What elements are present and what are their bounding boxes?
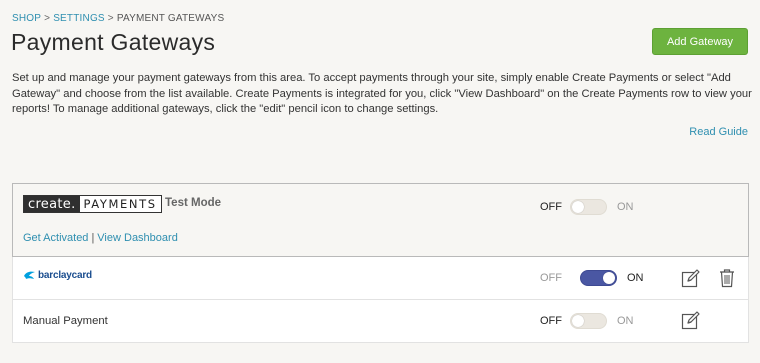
view-dashboard-link[interactable]: View Dashboard	[97, 232, 178, 244]
breadcrumb-shop-link[interactable]: SHOP	[12, 13, 41, 24]
barclaycard-logo-text: barclaycard	[38, 270, 92, 281]
breadcrumb-settings-link[interactable]: SETTINGS	[53, 13, 105, 24]
page-description: Set up and manage your payment gateways …	[12, 72, 752, 115]
get-activated-link[interactable]: Get Activated	[23, 232, 88, 244]
toggle-off-label: OFF	[540, 315, 562, 327]
toggle-off-label: OFF	[540, 201, 562, 213]
breadcrumb: SHOP > SETTINGS > PAYMENT GATEWAYS	[12, 13, 224, 24]
toggle-on-label: ON	[617, 201, 634, 213]
manual-payment-toggle-group: OFF ON	[540, 313, 634, 329]
barclaycard-toggle[interactable]	[580, 270, 617, 286]
toggle-knob	[603, 272, 615, 284]
manual-payment-label: Manual Payment	[23, 315, 108, 327]
gateway-row-barclaycard: barclaycard OFF ON	[12, 257, 749, 300]
create-payments-logo-right: PAYMENTS	[79, 196, 161, 212]
manual-payment-edit-button[interactable]	[680, 309, 702, 331]
create-payments-toggle-group: OFF ON	[540, 199, 634, 215]
toggle-on-label: ON	[627, 272, 644, 284]
pencil-edit-icon	[681, 269, 700, 288]
read-guide-link[interactable]: Read Guide	[689, 126, 748, 138]
gateway-row-create-payments: create. PAYMENTS Test Mode OFF ON Get Ac…	[12, 183, 749, 257]
barclaycard-delete-button[interactable]	[716, 267, 738, 289]
create-payments-links: Get Activated | View Dashboard	[23, 232, 178, 244]
barclaycard-eagle-icon	[24, 271, 35, 279]
create-payments-logo-left: create.	[24, 196, 80, 212]
add-gateway-button[interactable]: Add Gateway	[652, 28, 748, 55]
gateway-table: create. PAYMENTS Test Mode OFF ON Get Ac…	[12, 183, 749, 343]
test-mode-label: Test Mode	[165, 197, 222, 209]
toggle-knob	[572, 201, 584, 213]
barclaycard-edit-button[interactable]	[680, 267, 702, 289]
trash-icon	[720, 269, 734, 288]
toggle-knob	[572, 315, 584, 327]
breadcrumb-current: PAYMENT GATEWAYS	[116, 13, 225, 24]
toggle-on-label: ON	[617, 315, 634, 327]
pencil-edit-icon	[681, 311, 700, 330]
breadcrumb-separator: >	[44, 13, 51, 24]
manual-payment-toggle[interactable]	[570, 313, 607, 329]
gateway-row-manual-payment: Manual Payment OFF ON	[12, 300, 749, 343]
create-payments-logo: create. PAYMENTS	[23, 195, 162, 213]
barclaycard-toggle-group: OFF ON	[540, 270, 644, 286]
create-payments-toggle[interactable]	[570, 199, 607, 215]
page-title: Payment Gateways	[11, 29, 216, 55]
link-separator: |	[91, 232, 95, 244]
barclaycard-logo: barclaycard	[23, 270, 92, 281]
toggle-off-label: OFF	[540, 272, 562, 284]
breadcrumb-separator: >	[107, 13, 114, 24]
